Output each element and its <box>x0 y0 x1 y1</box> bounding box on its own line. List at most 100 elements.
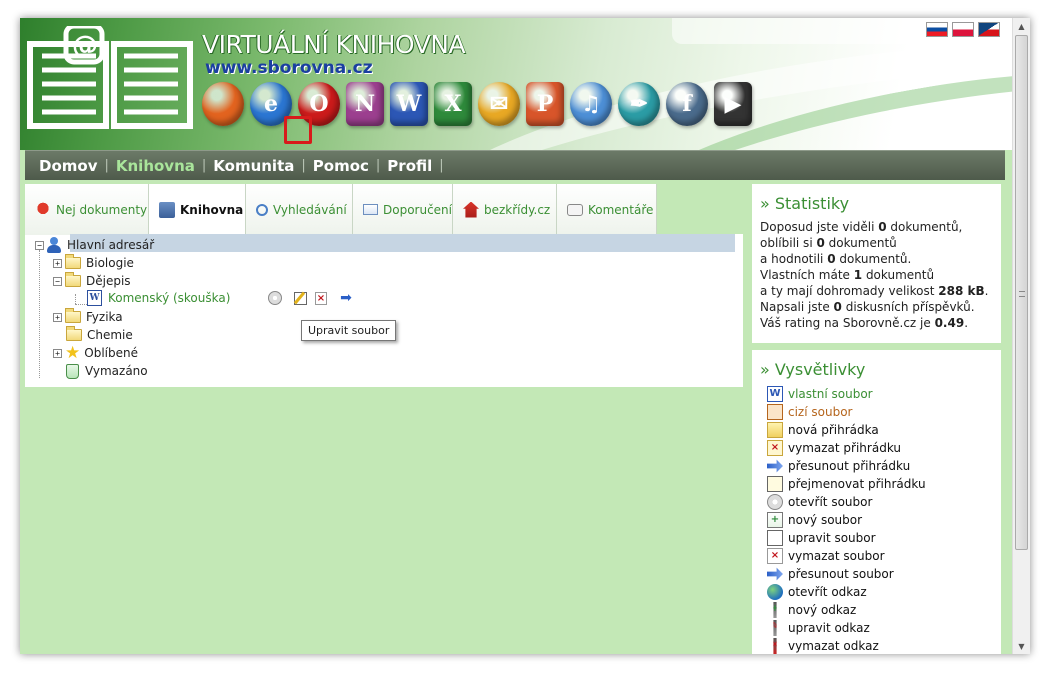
file-actions: × ➡ <box>267 289 357 307</box>
tab-6[interactable]: Komentáře <box>557 184 657 235</box>
tree-folder-fyzika[interactable]: + Fyzika <box>53 308 123 326</box>
legend-label: cizí soubor <box>788 405 853 419</box>
outlook-icon: ✉ <box>478 82 520 126</box>
legend-label: přesunout soubor <box>788 567 894 581</box>
rename-folder-icon <box>767 476 783 492</box>
edit-file-icon[interactable] <box>292 290 308 306</box>
legend-item: cizí soubor <box>767 403 986 421</box>
tab-5[interactable]: bezkřídy.cz <box>453 184 557 235</box>
own-file-icon: W <box>767 386 783 402</box>
page-scrollbar[interactable]: ▲ ▼ <box>1012 18 1030 654</box>
collapse-icon[interactable]: − <box>35 240 44 250</box>
new-link-icon: + <box>773 602 777 618</box>
legend-label: otevřít soubor <box>788 495 873 509</box>
scroll-thumb[interactable] <box>1015 35 1028 550</box>
avi-video-icon: ▶ <box>714 82 752 126</box>
slovak-flag-icon[interactable] <box>926 22 948 37</box>
site-url[interactable]: www.sborovna.cz <box>205 58 373 78</box>
tree-folder-biologie[interactable]: + Biologie <box>53 254 134 272</box>
tab-bar: Nej dokumenty Knihovna Vyhledávání Doporuče… <box>25 184 743 235</box>
library-icon <box>159 201 175 218</box>
site-header: @ VIRTUÁLNÍ KNIHOVNA www.sborovna.cz eON… <box>20 18 1012 150</box>
tree-folder-chemie[interactable]: Chemie <box>66 326 133 344</box>
expand-icon[interactable]: + <box>53 348 62 358</box>
tab-label: Komentáře <box>588 202 654 217</box>
edit-link-icon: ✎ <box>773 620 777 636</box>
czech-flag-icon[interactable] <box>978 22 1000 37</box>
tab-1[interactable]: Nej dokumenty <box>25 184 149 235</box>
move-file-icon[interactable]: ➡ <box>338 290 354 306</box>
tree-folder-label: Dějepis <box>86 274 131 288</box>
tab-label: Knihovna <box>180 202 244 217</box>
polish-flag-icon[interactable] <box>952 22 974 37</box>
legend-label: upravit odkaz <box>788 621 870 635</box>
legend-item: × vymazat přihrádku <box>767 439 986 457</box>
star-icon: ★ <box>65 343 81 363</box>
nav-separator: | <box>439 158 444 173</box>
tree-folder-label: Oblíbené <box>84 346 138 360</box>
tree-file-label[interactable]: Komenský (skouška) <box>108 291 230 305</box>
delete-folder-icon: × <box>767 440 783 456</box>
nav-domov[interactable]: Domov <box>39 157 97 175</box>
tab-3[interactable]: Vyhledávání <box>246 184 353 235</box>
tab-2[interactable]: Knihovna <box>149 184 246 235</box>
edit-file-highlight <box>284 116 312 144</box>
magnifier-icon <box>256 203 268 216</box>
tree-folder-vymazano[interactable]: Vymazáno <box>66 362 148 380</box>
tab-4[interactable]: Doporučení <box>353 184 453 235</box>
legend-item: přejmenovat přihrádku <box>767 475 986 493</box>
root-directory-icon <box>47 237 61 253</box>
tree-folder-oblibene[interactable]: + ★ Oblíbené <box>53 344 138 362</box>
nav-pomoc[interactable]: Pomoc <box>313 157 369 175</box>
comments-icon <box>567 203 583 216</box>
legend-item: × vymazat odkaz <box>767 637 986 654</box>
nav-separator: | <box>104 158 109 173</box>
site-title: VIRTUÁLNÍ KNIHOVNA <box>202 30 466 59</box>
legend-item: nová přihrádka <box>767 421 986 439</box>
stats-title: » Statistiky <box>760 194 850 213</box>
tree-folder-dejepis[interactable]: − Dějepis <box>53 272 131 290</box>
legend-title: » Vysvětlivky <box>760 360 866 379</box>
collapse-icon[interactable]: − <box>53 276 62 286</box>
language-switcher <box>926 22 1000 37</box>
delete-file-icon: × <box>767 548 783 564</box>
stats-panel: » Statistiky Doposud jste viděli 0 dokum… <box>752 184 1001 343</box>
tab-label: Vyhledávání <box>273 202 347 217</box>
recycle-bin-icon <box>66 363 79 379</box>
expand-icon[interactable]: + <box>53 258 62 268</box>
tree-file-komensky[interactable]: W Komenský (skouška) <box>87 289 230 307</box>
nav-komunita[interactable]: Komunita <box>213 157 294 175</box>
open-link-icon <box>767 584 783 600</box>
library-book-logo: @ <box>27 26 193 129</box>
selected-file-row[interactable] <box>70 234 735 252</box>
nav-separator: | <box>301 158 306 173</box>
move-file-icon <box>767 567 783 581</box>
tab-label: Nej dokumenty <box>56 202 148 217</box>
open-file-icon[interactable] <box>267 290 283 306</box>
envelope-icon <box>363 204 378 215</box>
legend-item: + nový odkaz <box>767 601 986 619</box>
scroll-up-arrow-icon[interactable]: ▲ <box>1013 18 1030 34</box>
expand-icon[interactable]: + <box>53 312 62 322</box>
nav-separator: | <box>375 158 381 173</box>
foreign-file-icon <box>767 404 783 420</box>
legend-item: otevřít odkaz <box>767 583 986 601</box>
tree-folder-label: Biologie <box>86 256 134 270</box>
legend-label: upravit soubor <box>788 531 876 545</box>
legend-item: upravit soubor <box>767 529 986 547</box>
tree-root[interactable]: − Hlavní adresář <box>35 236 154 254</box>
scroll-down-arrow-icon[interactable]: ▼ <box>1013 638 1030 654</box>
legend-label: nový soubor <box>788 513 863 527</box>
new-folder-icon <box>767 422 783 438</box>
stats-body: Doposud jste viděli 0 dokumentů, oblíbil… <box>760 220 989 330</box>
legend-item: + nový soubor <box>767 511 986 529</box>
legend-label: vymazat odkaz <box>788 639 879 653</box>
delete-file-icon[interactable]: × <box>315 291 327 305</box>
move-folder-icon <box>767 459 783 473</box>
folder-icon <box>65 308 81 323</box>
folder-icon <box>65 254 81 269</box>
nav-profil[interactable]: Profil <box>387 157 432 175</box>
legend-label: přejmenovat přihrádku <box>788 477 926 491</box>
nav-knihovna[interactable]: Knihovna <box>116 157 195 175</box>
tree-root-label: Hlavní adresář <box>67 238 155 252</box>
